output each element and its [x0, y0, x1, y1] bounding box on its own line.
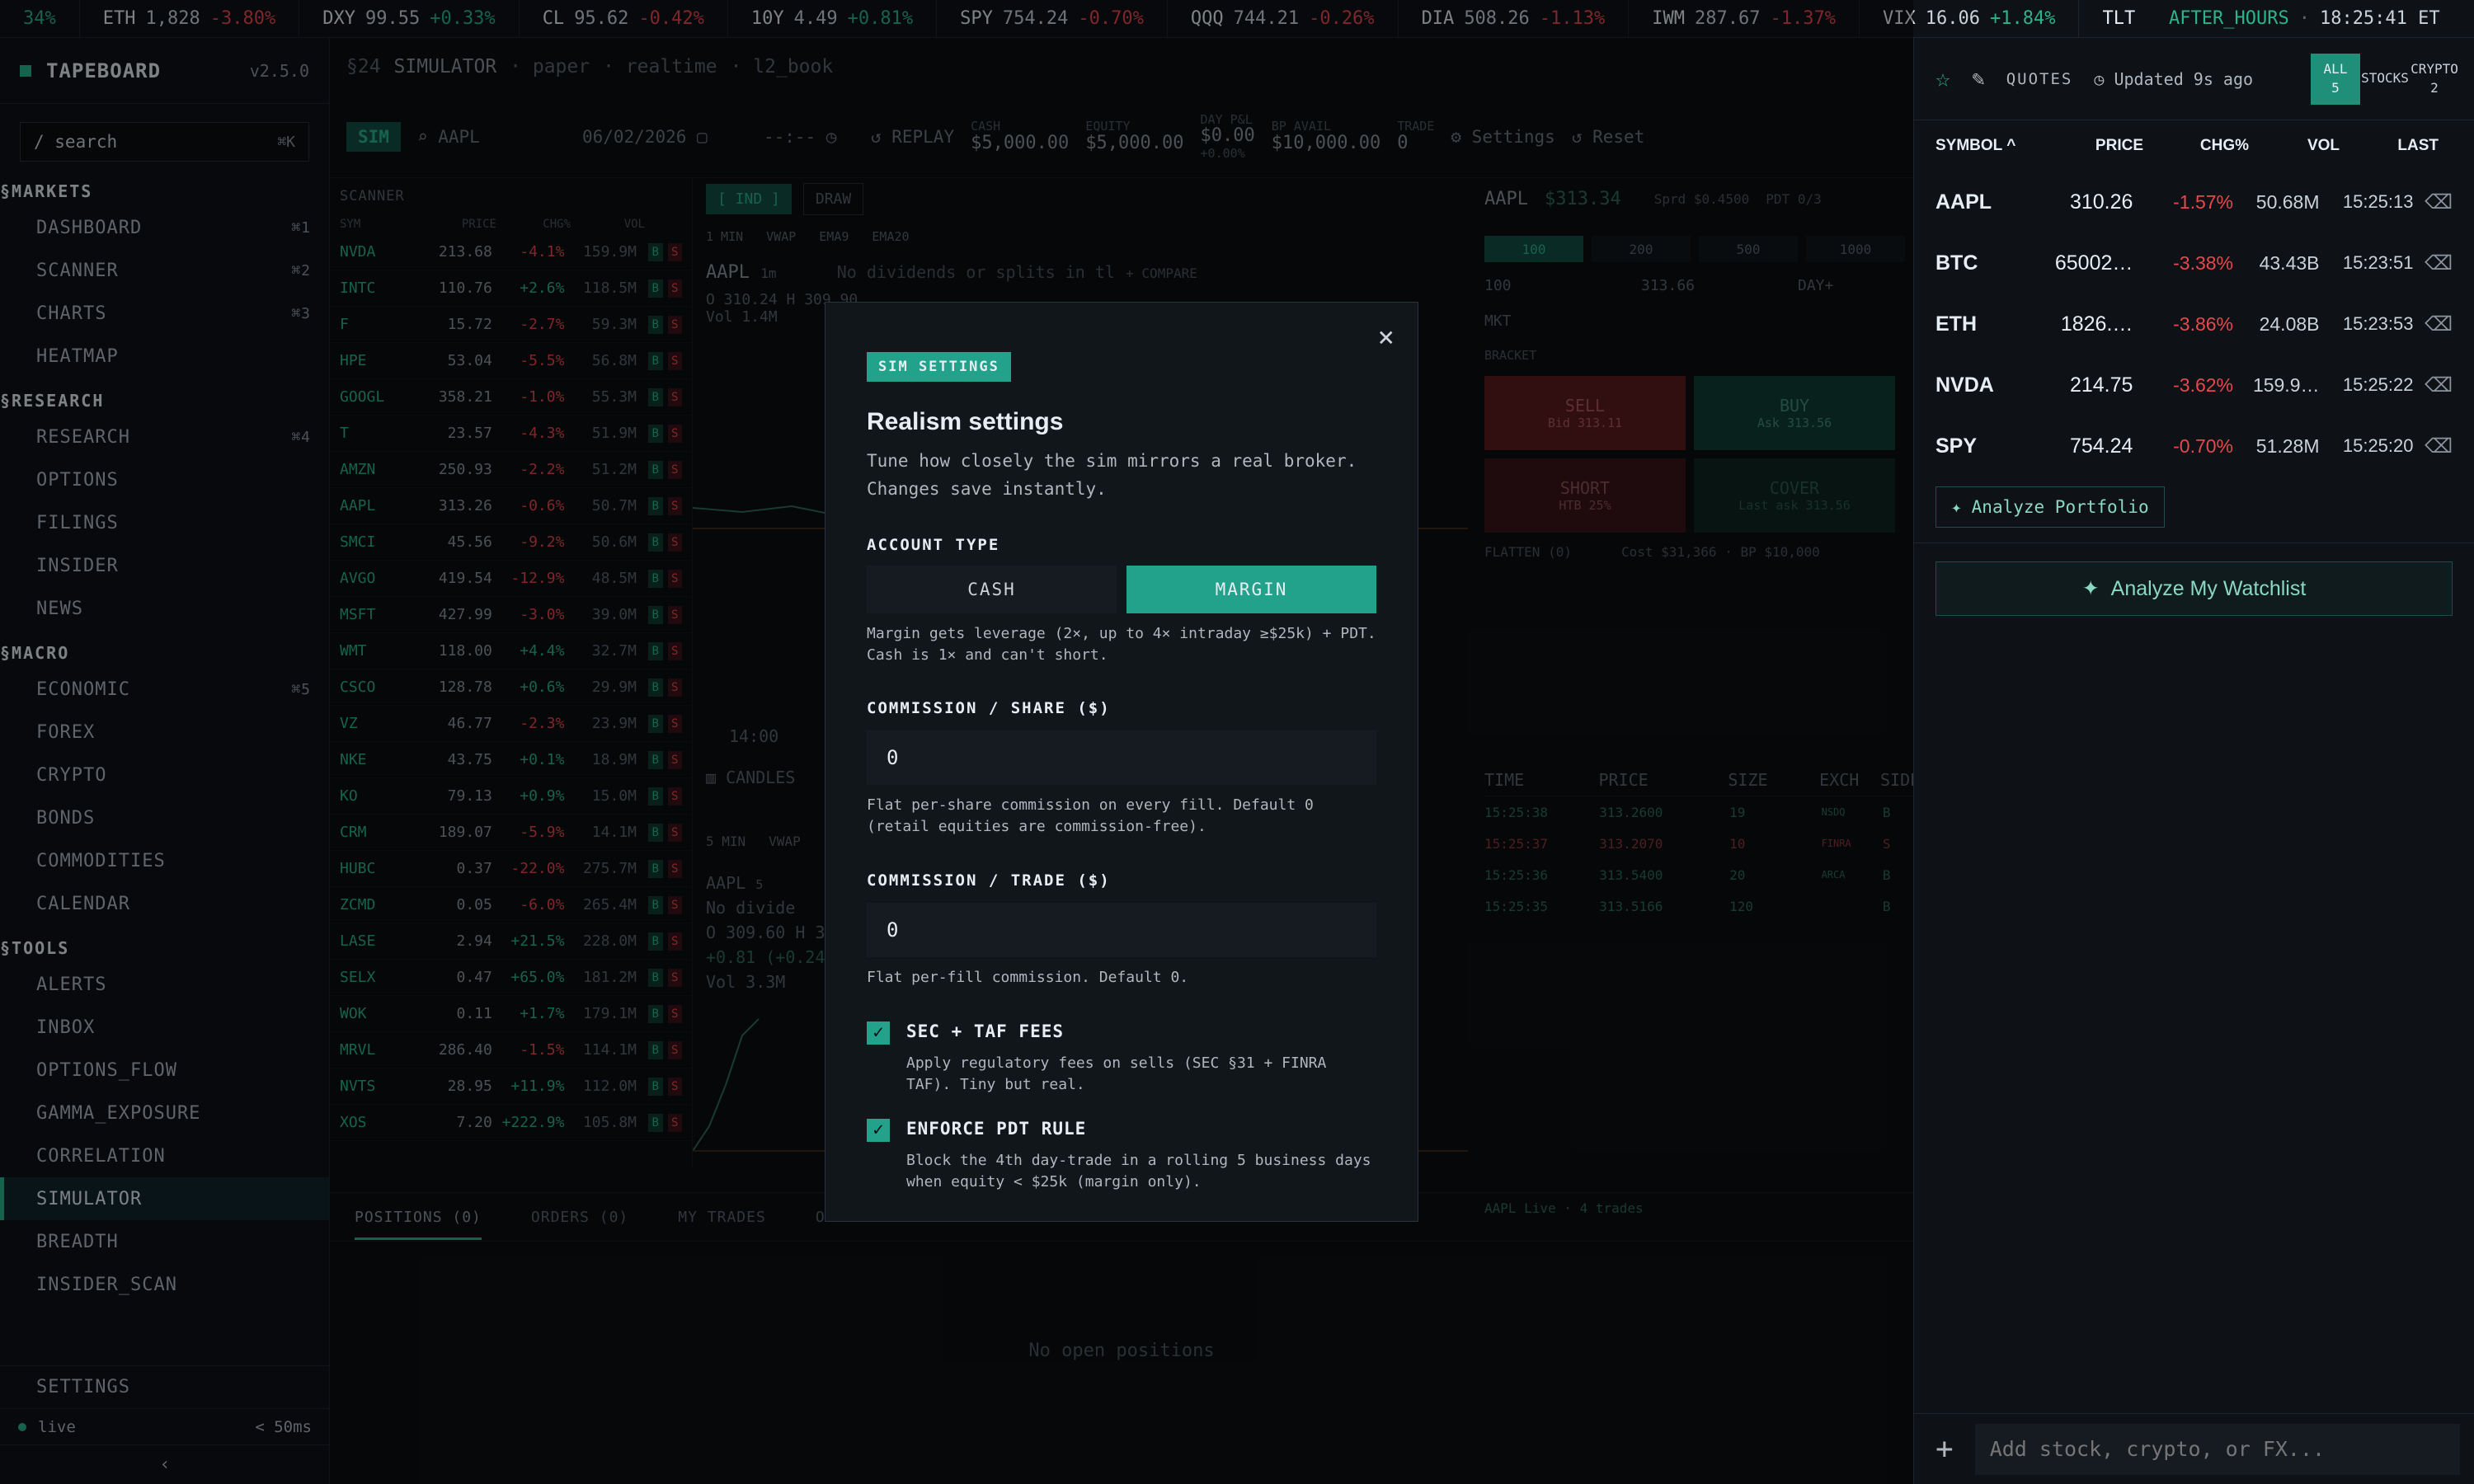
watchlist-volume: 159.9… — [2252, 373, 2320, 396]
add-symbol-bar: + — [1914, 1413, 2474, 1484]
ticker-price: 16.06 — [1925, 8, 1980, 29]
account-type-label: ACCOUNT TYPE — [867, 536, 1000, 555]
trash-icon[interactable]: ⌫ — [2414, 434, 2453, 458]
updated-text: ◷ Updated 9s ago — [2094, 68, 2254, 89]
col-symbol[interactable]: SYMBOL ^ — [1935, 137, 2059, 155]
star-icon[interactable]: ☆ — [1935, 64, 1950, 93]
modal-tag: SIM SETTINGS — [867, 352, 1011, 382]
watchlist-row[interactable]: BTC 65002… -3.38% 43.43B 15:23:51 ⌫ — [1914, 232, 2474, 294]
tab-all[interactable]: ALL 5 — [2311, 53, 2360, 105]
watchlist-change: -3.86% — [2173, 312, 2233, 335]
trash-icon[interactable]: ⌫ — [2414, 373, 2453, 397]
watchlist-symbol: ETH — [1935, 312, 1977, 336]
watchlist-last: 15:23:51 — [2342, 252, 2414, 273]
watchlist-price: 214.75 — [2069, 373, 2133, 397]
pdt-rule-checkbox[interactable]: ✓ — [867, 1118, 890, 1142]
sparkle-icon: ✦ — [1951, 497, 1962, 517]
edit-icon[interactable]: ✎ — [1972, 67, 1985, 92]
watchlist-change: -3.62% — [2173, 373, 2233, 396]
pdt-rule-title: ENFORCE PDT RULE — [906, 1118, 1087, 1139]
market-status: AFTER_HOURS · 18:25:41 ET — [2144, 0, 2474, 38]
watchlist-last: 15:25:22 — [2342, 374, 2414, 395]
col-chg[interactable]: CHG% — [2143, 137, 2249, 155]
pdt-rule-option: ✓ ENFORCE PDT RULE Block the 4th day-tra… — [867, 1118, 1376, 1193]
watchlist-rows: AAPL 310.26 -1.57% 50.68M 15:25:13 ⌫ BTC 65002…… — [1914, 171, 2474, 477]
col-price[interactable]: PRICE — [2059, 137, 2143, 155]
ticker-item[interactable]: TLT85 — [2079, 0, 2144, 37]
sec-taf-fees-option: ✓ SEC + TAF FEES Apply regulatory fees o… — [867, 1021, 1376, 1096]
col-vol[interactable]: VOL — [2249, 137, 2340, 155]
sec-taf-fees-checkbox[interactable]: ✓ — [867, 1021, 890, 1045]
add-symbol-input[interactable] — [1974, 1423, 2460, 1475]
watchlist-price: 65002… — [2054, 251, 2133, 275]
watchlist-change: -3.38% — [2173, 251, 2233, 274]
market-state: AFTER_HOURS — [2169, 8, 2289, 29]
sim-settings-modal: × SIM SETTINGS Realism settings Tune how… — [825, 302, 1418, 1222]
watchlist-change: -0.70% — [2173, 434, 2233, 457]
watchlist-volume: 50.68M — [2255, 190, 2320, 213]
watchlist-price: 1826.… — [2060, 312, 2133, 336]
commission-trade-label: COMMISSION / TRADE ($) — [867, 871, 1111, 890]
account-margin-option[interactable]: MARGIN — [1126, 566, 1376, 614]
watchlist-row[interactable]: AAPL 310.26 -1.57% 50.68M 15:25:13 ⌫ — [1914, 171, 2474, 232]
watchlist-symbol: BTC — [1935, 251, 1978, 275]
watchlist-price: 310.26 — [2069, 190, 2133, 214]
watchlist-volume: 43.43B — [2259, 251, 2320, 274]
watchlist-header: SYMBOL ^ PRICE CHG% VOL LAST — [1914, 120, 2474, 171]
ticker-symbol: TLT — [2102, 8, 2136, 29]
commission-share-hint: Flat per-share commission on every fill.… — [867, 796, 1314, 836]
watchlist-last: 15:25:13 — [2342, 191, 2414, 212]
watchlist-row[interactable]: SPY 754.24 -0.70% 51.28M 15:25:20 ⌫ — [1914, 416, 2474, 477]
watchlist-row[interactable]: NVDA 214.75 -3.62% 159.9… 15:25:22 ⌫ — [1914, 355, 2474, 416]
col-last[interactable]: LAST — [2340, 137, 2439, 155]
watchlist-row[interactable]: ETH 1826.… -3.86% 24.08B 15:23:53 ⌫ — [1914, 294, 2474, 355]
account-type-hint: Margin gets leverage (2×, up to 4× intra… — [867, 625, 1376, 665]
commission-trade-hint: Flat per-fill commission. Default 0. — [867, 968, 1189, 986]
analyze-portfolio-button[interactable]: ✦ Analyze Portfolio — [1935, 486, 2165, 528]
pdt-rule-desc: Block the 4th day-trade in a rolling 5 b… — [906, 1151, 1371, 1190]
account-type-toggle: CASH MARGIN — [867, 566, 1376, 614]
modal-title: Realism settings — [867, 408, 1064, 435]
close-icon[interactable]: × — [1378, 321, 1395, 354]
trash-icon[interactable]: ⌫ — [2414, 190, 2453, 214]
commission-share-input[interactable]: 0 — [867, 730, 1376, 786]
commission-share-label: COMMISSION / SHARE ($) — [867, 699, 1111, 718]
quotes-label: QUOTES — [2006, 69, 2073, 88]
watchlist-panel: ☆ ✎ QUOTES ◷ Updated 9s ago ALL 5 STOCKS … — [1913, 38, 2474, 1484]
watchlist-price: 754.24 — [2069, 434, 2133, 458]
trash-icon[interactable]: ⌫ — [2414, 251, 2453, 275]
watchlist-volume: 24.08B — [2259, 312, 2320, 335]
watchlist-toolbar: ☆ ✎ QUOTES ◷ Updated 9s ago ALL 5 STOCKS … — [1914, 38, 2474, 120]
ticker-change: +1.84% — [1989, 8, 2056, 29]
watchlist-symbol: SPY — [1935, 434, 1978, 458]
plus-icon[interactable]: + — [1935, 1432, 1954, 1466]
watchlist-last: 15:23:53 — [2342, 313, 2414, 334]
tab-crypto[interactable]: CRYPTO 2 — [2410, 54, 2459, 105]
sec-taf-fees-desc: Apply regulatory fees on sells (SEC §31 … — [906, 1054, 1327, 1093]
analyze-watchlist-button[interactable]: ✦ Analyze My Watchlist — [1935, 561, 2453, 616]
trash-icon[interactable]: ⌫ — [2414, 312, 2453, 336]
watchlist-filter-tabs: ALL 5 STOCKS CRYPTO 2 — [2311, 53, 2459, 105]
watchlist-last: 15:25:20 — [2342, 435, 2414, 456]
watchlist-change: -1.57% — [2173, 190, 2233, 213]
sec-taf-fees-title: SEC + TAF FEES — [906, 1021, 1065, 1041]
watchlist-symbol: AAPL — [1935, 190, 1992, 214]
tab-stocks[interactable]: STOCKS — [2360, 54, 2410, 105]
account-cash-option[interactable]: CASH — [867, 566, 1117, 614]
market-time: 18:25:41 ET — [2319, 8, 2440, 29]
sparkle-icon: ✦ — [2081, 577, 2100, 600]
watchlist-volume: 51.28M — [2255, 434, 2320, 457]
commission-trade-input[interactable]: 0 — [867, 902, 1376, 957]
modal-description: Tune how closely the sim mirrors a real … — [867, 451, 1357, 499]
watchlist-symbol: NVDA — [1935, 373, 1994, 397]
